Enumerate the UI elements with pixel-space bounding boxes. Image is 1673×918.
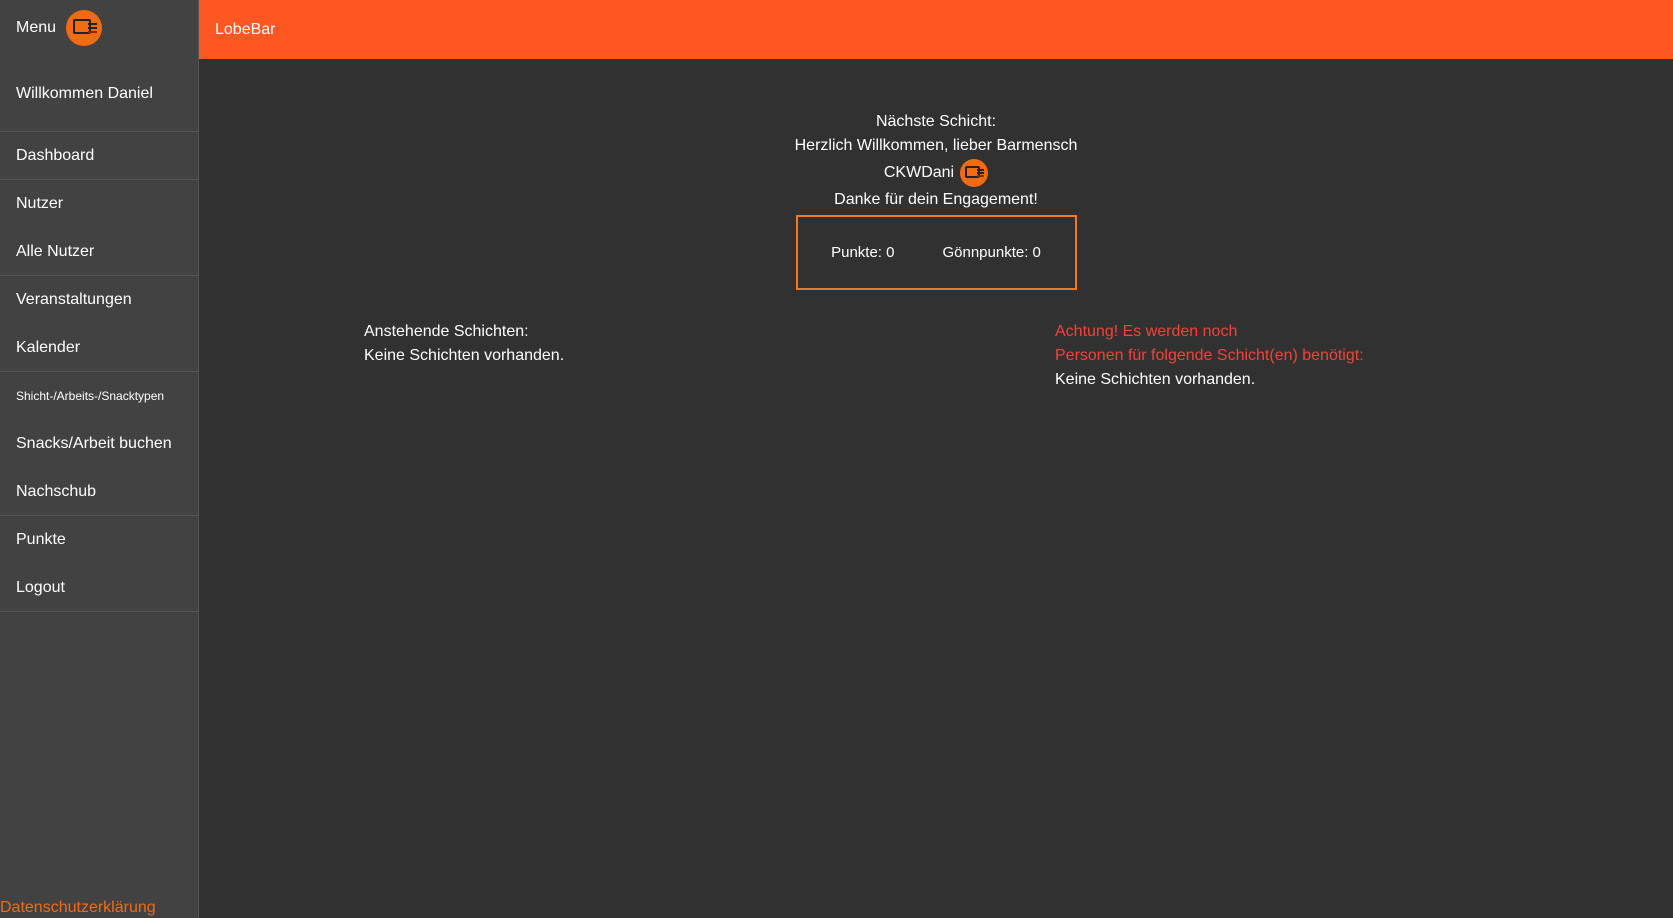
sidebar-item-nutzer[interactable]: Nutzer (0, 180, 198, 228)
user-line: CKWDani (199, 158, 1673, 188)
greeting-text: Herzlich Willkommen, lieber Barmensch (794, 137, 1078, 154)
sidebar-item-punkte[interactable]: Punkte (0, 516, 198, 564)
sidebar-item-dashboard[interactable]: Dashboard (0, 132, 198, 180)
upcoming-shifts-empty: Keine Schichten vorhanden. (364, 347, 565, 364)
sidebar-item-typen[interactable]: Shicht-/Arbeits-/Snacktypen (0, 372, 198, 420)
smile-ecke-logo-icon (960, 159, 989, 187)
next-shift-label: Nächste Schicht: (875, 113, 997, 130)
username: CKWDani (883, 164, 955, 181)
sidebar-header: Menu (0, 0, 198, 56)
upcoming-shifts: Anstehende Schichten: Keine Schichten vo… (364, 320, 564, 368)
sidebar-item-kalender[interactable]: Kalender (0, 324, 198, 372)
needed-shifts-empty: Keine Schichten vorhanden. (1055, 371, 1256, 388)
sidebar-item-nachschub[interactable]: Nachschub (0, 468, 198, 516)
thanks-text: Danke für dein Engagement! (834, 191, 1038, 208)
points-box: Punkte: 0 Gönnpunkte: 0 (795, 215, 1077, 290)
sidebar: Menu Willkommen Daniel Dashboard Nutzer … (0, 0, 199, 918)
menu-label: Menu (16, 19, 57, 36)
smile-ecke-logo-icon (66, 10, 103, 46)
sidebar-item-logout[interactable]: Logout (0, 564, 198, 612)
points-value: Punkte: 0 (831, 244, 895, 261)
app-title: LobeBar (215, 20, 276, 38)
next-shift-panel: Nächste Schicht: Herzlich Willkommen, li… (199, 110, 1673, 290)
needed-shifts: Achtung! Es werden noch Personen für fol… (1055, 320, 1364, 392)
sidebar-nav: Dashboard Nutzer Alle Nutzer Veranstaltu… (0, 132, 198, 612)
sidebar-item-alle-nutzer[interactable]: Alle Nutzer (0, 228, 198, 276)
sidebar-item-snacks-buchen[interactable]: Snacks/Arbeit buchen (0, 420, 198, 468)
needed-warning-line-2: Personen für folgende Schicht(en) benöti… (1055, 347, 1364, 364)
privacy-link[interactable]: Datenschutzerklärung (0, 898, 156, 918)
sidebar-item-veranstaltungen[interactable]: Veranstaltungen (0, 276, 198, 324)
goennpoints-value: Gönnpunkte: 0 (942, 244, 1041, 261)
dashboard-main: Nächste Schicht: Herzlich Willkommen, li… (199, 59, 1673, 918)
welcome-text: Willkommen Daniel (0, 56, 198, 132)
needed-warning-line-1: Achtung! Es werden noch (1055, 323, 1238, 340)
top-app-bar: LobeBar (199, 0, 1673, 59)
upcoming-shifts-title: Anstehende Schichten: (364, 323, 529, 340)
